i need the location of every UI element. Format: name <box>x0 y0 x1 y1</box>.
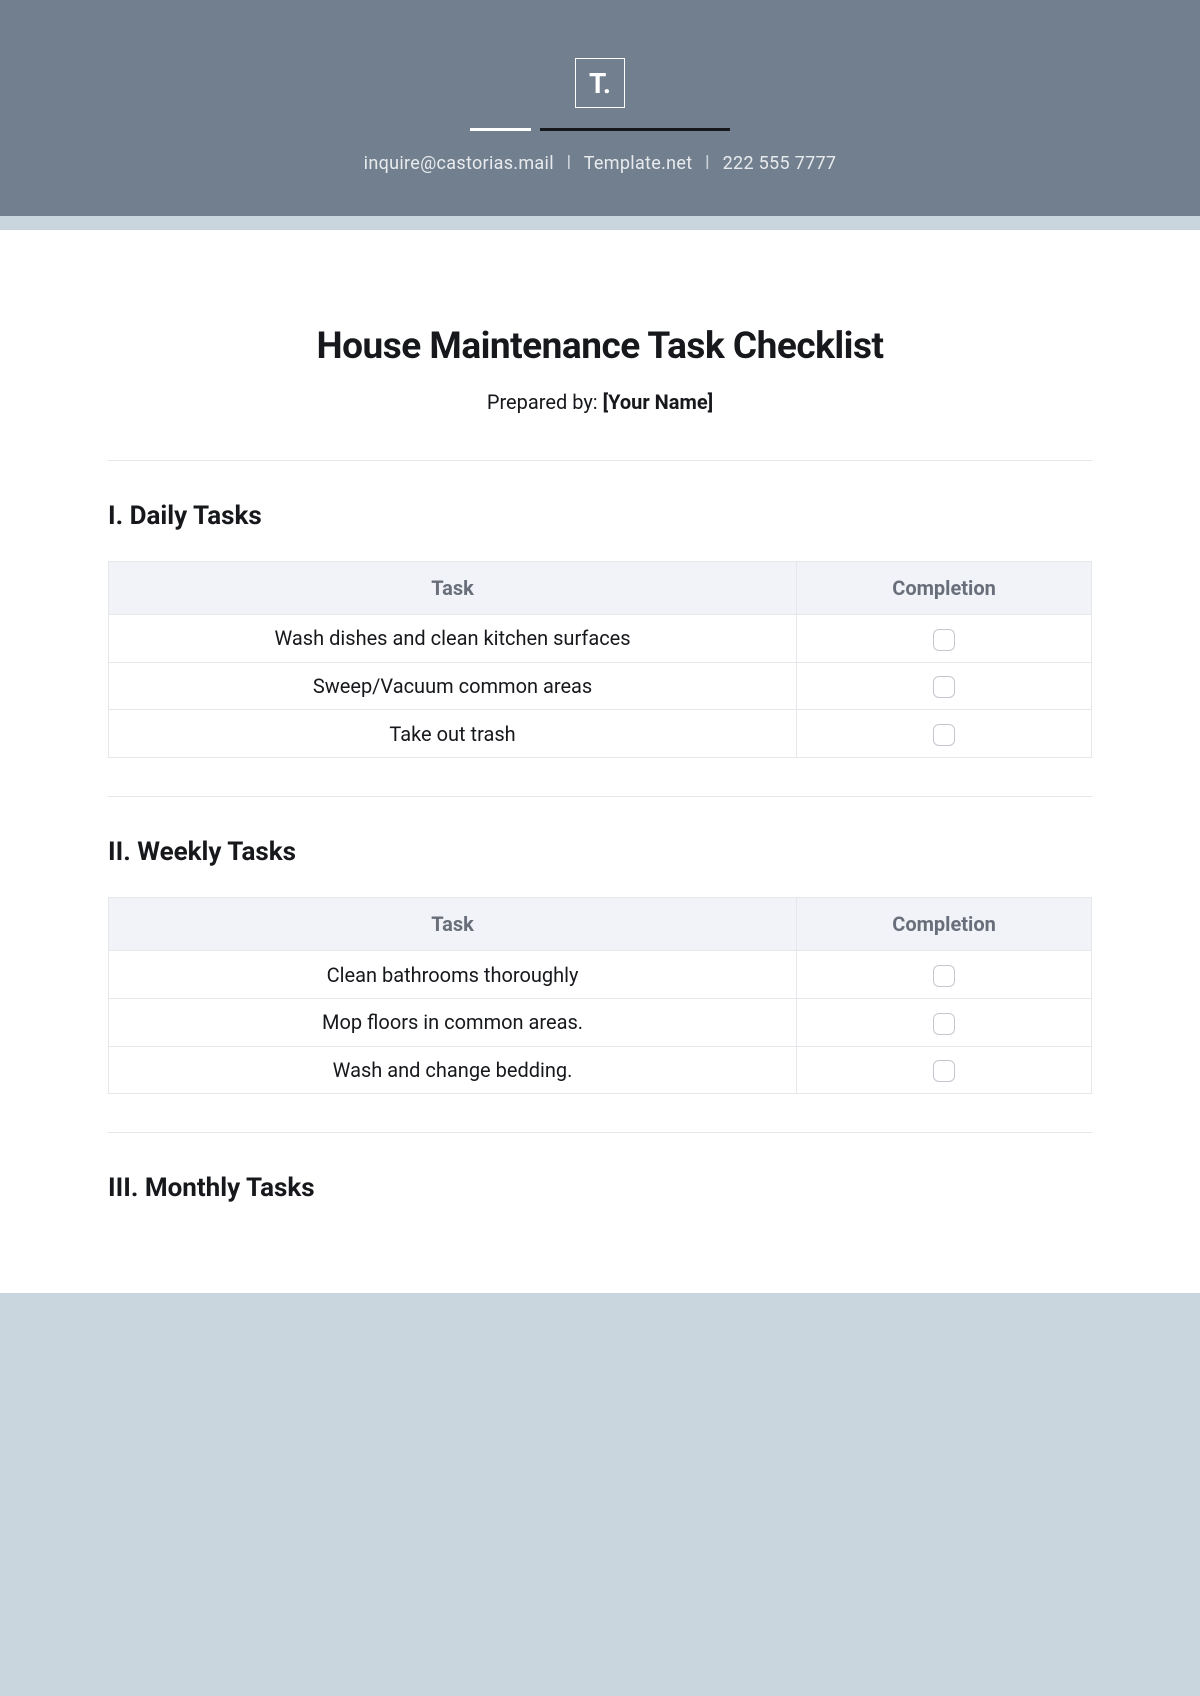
checkbox-icon[interactable] <box>933 629 955 651</box>
separator-icon: l <box>567 153 572 174</box>
document-page: T. inquire@castorias.mail l Template.net… <box>0 0 1200 1293</box>
divider-black-segment <box>540 128 730 131</box>
separator-icon: l <box>705 153 710 174</box>
completion-cell <box>797 1046 1092 1094</box>
checkbox-icon[interactable] <box>933 676 955 698</box>
divider-white-segment <box>470 128 531 131</box>
task-cell: Clean bathrooms thoroughly <box>109 951 797 999</box>
spacer-bar <box>0 216 1200 230</box>
section-divider <box>108 1132 1092 1133</box>
task-cell: Mop floors in common areas. <box>109 998 797 1046</box>
header-banner: T. inquire@castorias.mail l Template.net… <box>0 0 1200 216</box>
completion-cell <box>797 951 1092 999</box>
section-title: I. Daily Tasks <box>108 501 1092 531</box>
table-header-task: Task <box>109 562 797 615</box>
section-title: II. Weekly Tasks <box>108 837 1092 867</box>
prepared-by-label: Prepared by: <box>487 390 603 414</box>
completion-cell <box>797 662 1092 710</box>
completion-cell <box>797 710 1092 758</box>
table-row: Take out trash <box>109 710 1092 758</box>
logo-text: T. <box>589 67 611 100</box>
section-monthly-tasks: III. Monthly Tasks <box>108 1173 1092 1203</box>
table-header-task: Task <box>109 898 797 951</box>
checkbox-icon[interactable] <box>933 724 955 746</box>
section-title: III. Monthly Tasks <box>108 1173 1092 1203</box>
logo-icon: T. <box>575 58 625 108</box>
contact-phone: 222 555 7777 <box>723 153 837 174</box>
checkbox-icon[interactable] <box>933 965 955 987</box>
checkbox-icon[interactable] <box>933 1060 955 1082</box>
prepared-by-value: [Your Name] <box>603 390 714 414</box>
section-divider <box>108 796 1092 797</box>
table-row: Clean bathrooms thoroughly <box>109 951 1092 999</box>
task-cell: Wash dishes and clean kitchen surfaces <box>109 615 797 663</box>
contact-line: inquire@castorias.mail l Template.net l … <box>0 153 1200 174</box>
header-divider <box>470 128 730 131</box>
table-row: Wash dishes and clean kitchen surfaces <box>109 615 1092 663</box>
completion-cell <box>797 998 1092 1046</box>
task-cell: Take out trash <box>109 710 797 758</box>
section-daily-tasks: I. Daily Tasks Task Completion Wash dish… <box>108 501 1092 797</box>
prepared-by-line: Prepared by: [Your Name] <box>108 390 1092 414</box>
table-header-completion: Completion <box>797 562 1092 615</box>
task-table-weekly: Task Completion Clean bathrooms thorough… <box>108 897 1092 1094</box>
content-area: House Maintenance Task Checklist Prepare… <box>0 230 1200 1293</box>
task-table-daily: Task Completion Wash dishes and clean ki… <box>108 561 1092 758</box>
task-cell: Sweep/Vacuum common areas <box>109 662 797 710</box>
task-cell: Wash and change bedding. <box>109 1046 797 1094</box>
table-row: Sweep/Vacuum common areas <box>109 662 1092 710</box>
completion-cell <box>797 615 1092 663</box>
checkbox-icon[interactable] <box>933 1013 955 1035</box>
table-header-completion: Completion <box>797 898 1092 951</box>
contact-site: Template.net <box>584 153 693 174</box>
section-weekly-tasks: II. Weekly Tasks Task Completion Clean b… <box>108 837 1092 1133</box>
table-row: Wash and change bedding. <box>109 1046 1092 1094</box>
table-row: Mop floors in common areas. <box>109 998 1092 1046</box>
page-title: House Maintenance Task Checklist <box>108 325 1092 368</box>
contact-email: inquire@castorias.mail <box>364 153 554 174</box>
title-divider <box>108 460 1092 461</box>
